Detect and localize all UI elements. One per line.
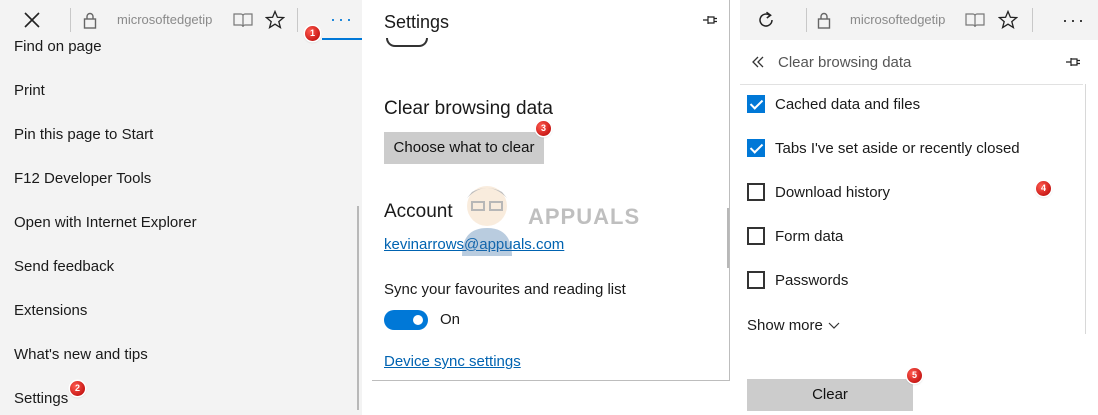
toolbar-separator	[297, 8, 298, 32]
lock-icon	[80, 0, 100, 40]
settings-title: Settings	[384, 12, 450, 32]
checkbox-checked-icon[interactable]	[747, 95, 765, 113]
checkbox-checked-icon[interactable]	[747, 139, 765, 157]
menu-item-extensions[interactable]: Extensions	[14, 302, 87, 319]
checkbox-row-tabs[interactable]: Tabs I've set aside or recently closed	[747, 137, 1020, 159]
step-badge-5: 5	[907, 368, 922, 383]
menu-item-whats-new[interactable]: What's new and tips	[14, 346, 148, 363]
clear-data-title: Clear browsing data	[778, 54, 912, 71]
refresh-icon[interactable]	[752, 0, 780, 40]
close-icon[interactable]	[18, 0, 46, 40]
checkbox-unchecked-icon[interactable]	[747, 227, 765, 245]
checkbox-unchecked-icon[interactable]	[747, 183, 765, 201]
star-icon[interactable]	[997, 0, 1019, 40]
double-chevron-left-icon[interactable]	[750, 44, 766, 80]
checkbox-row-form-data[interactable]: Form data	[747, 225, 843, 247]
toolbar-separator	[806, 8, 807, 32]
show-more-link[interactable]: Show more	[747, 317, 840, 334]
pin-icon[interactable]	[702, 14, 718, 29]
divider	[740, 84, 1083, 85]
more-actions-button[interactable]: ···	[1056, 0, 1092, 40]
reading-view-icon[interactable]	[964, 0, 986, 40]
menu-item-f12-tools[interactable]: F12 Developer Tools	[14, 170, 151, 187]
toolbar-separator	[1032, 8, 1033, 32]
show-more-label: Show more	[747, 317, 823, 334]
step-badge-1: 1	[305, 26, 320, 41]
menu-item-print[interactable]: Print	[14, 82, 45, 99]
menu-item-send-feedback[interactable]: Send feedback	[14, 258, 114, 275]
toolbar-separator	[70, 8, 71, 32]
account-heading: Account	[384, 201, 453, 222]
clear-browsing-data-panel: microsoftedgetip ··· Clear browsing data…	[740, 0, 1098, 415]
address-bar[interactable]: microsoftedgetip	[117, 0, 212, 40]
checkbox-label: Cached data and files	[775, 95, 921, 113]
checkbox-row-cached[interactable]: Cached data and files	[747, 93, 920, 115]
more-actions-button[interactable]: ···	[322, 0, 362, 40]
address-bar[interactable]: microsoftedgetip	[850, 0, 945, 40]
checkbox-label: Tabs I've set aside or recently closed	[775, 139, 1020, 157]
clear-data-heading: Clear browsing data	[384, 98, 553, 119]
choose-what-to-clear-button[interactable]: Choose what to clear	[384, 132, 544, 164]
clear-button[interactable]: Clear	[747, 379, 913, 411]
menu-scrollbar[interactable]	[357, 206, 359, 410]
browser-toolbar: microsoftedgetip ···	[740, 0, 1098, 40]
appuals-watermark: APPUALS	[452, 176, 642, 256]
menu-item-find-on-page[interactable]: Find on page	[14, 38, 102, 55]
more-menu-panel: microsoftedgetip ··· 1 Find on page Prin…	[0, 0, 362, 415]
checkbox-row-download-history[interactable]: Download history	[747, 181, 890, 203]
toggle-partial[interactable]	[386, 38, 428, 47]
menu-item-settings[interactable]: Settings	[14, 390, 68, 407]
menu-item-open-ie[interactable]: Open with Internet Explorer	[14, 214, 197, 231]
checkbox-label: Form data	[775, 227, 844, 245]
watermark-text: APPUALS	[528, 204, 641, 229]
chevron-down-icon	[828, 322, 840, 329]
step-badge-2: 2	[70, 381, 85, 396]
sync-label: Sync your favourites and reading list	[384, 281, 626, 298]
menu-item-pin-to-start[interactable]: Pin this page to Start	[14, 126, 153, 143]
lock-icon	[814, 0, 834, 40]
star-icon[interactable]	[264, 0, 286, 40]
panel-edge	[1085, 84, 1086, 334]
checkbox-label: Passwords	[775, 271, 849, 289]
sync-toggle-state: On	[440, 311, 461, 328]
reading-view-icon[interactable]	[232, 0, 254, 40]
checkbox-unchecked-icon[interactable]	[747, 271, 765, 289]
pin-icon[interactable]	[1065, 56, 1081, 71]
step-badge-3: 3	[536, 121, 551, 136]
checkbox-label: Download history	[775, 183, 891, 201]
settings-scrollbar[interactable]	[727, 208, 729, 268]
sync-toggle[interactable]	[384, 310, 428, 330]
step-badge-4: 4	[1036, 181, 1051, 196]
device-sync-link[interactable]: Device sync settings	[384, 353, 521, 370]
checkbox-row-passwords[interactable]: Passwords	[747, 269, 848, 291]
